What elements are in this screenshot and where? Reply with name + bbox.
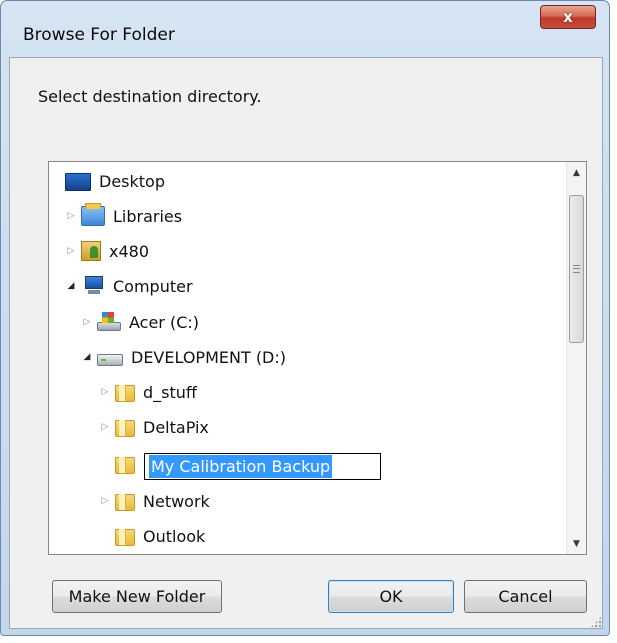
folder-tree[interactable]: Desktop ▷ Libraries ▷ x480 ◢ Computer ▷ …	[48, 161, 587, 555]
scroll-up-icon[interactable]: ▲	[567, 163, 586, 182]
expand-arrow-icon[interactable]: ▷	[65, 210, 77, 222]
folder-icon	[115, 529, 135, 546]
ok-button[interactable]: OK	[328, 580, 454, 613]
tree-item-label: Outlook	[143, 526, 206, 546]
scroll-down-icon[interactable]: ▼	[567, 534, 586, 553]
tree-item-deltapix[interactable]: ▷ DeltaPix	[99, 413, 209, 441]
tree-item-x480[interactable]: ▷ x480	[65, 237, 149, 265]
close-button[interactable]: x	[540, 5, 596, 29]
scroll-thumb[interactable]	[569, 195, 584, 343]
tree-item-label: d_stuff	[143, 382, 197, 402]
vertical-scrollbar[interactable]: ▲ ▼	[566, 162, 586, 554]
user-folder-icon	[81, 241, 101, 261]
folder-icon	[115, 385, 135, 402]
expand-arrow-icon[interactable]: ▷	[99, 421, 111, 433]
tree-item-label: Libraries	[113, 206, 183, 226]
tree-item-label: Desktop	[99, 171, 165, 191]
collapse-arrow-icon[interactable]: ◢	[65, 280, 77, 292]
tree-item-outlook[interactable]: Outlook	[115, 522, 205, 550]
hard-drive-icon	[97, 354, 123, 366]
tree-item-libraries[interactable]: ▷ Libraries	[65, 202, 182, 230]
tree-item-label: DEVELOPMENT (D:)	[131, 347, 287, 367]
tree-item-desktop[interactable]: Desktop	[65, 167, 165, 195]
instruction-text: Select destination directory.	[38, 87, 262, 106]
tree-item-computer[interactable]: ◢ Computer	[65, 272, 193, 300]
tree-item-label: Network	[143, 491, 210, 511]
tree-item-label: DeltaPix	[143, 417, 209, 437]
expand-arrow-icon[interactable]: ▷	[81, 316, 93, 328]
drive-icon	[97, 312, 121, 332]
dialog-title: Browse For Folder	[23, 25, 175, 45]
grip-icon	[573, 265, 580, 273]
tree-item-development-d[interactable]: ◢ DEVELOPMENT (D:)	[81, 343, 286, 371]
rename-selected-text: My Calibration Backup	[149, 455, 333, 478]
folder-icon	[115, 494, 135, 511]
expand-arrow-icon[interactable]: ▷	[65, 245, 77, 257]
tree-item-label: Computer	[113, 276, 193, 296]
tree-item-d-stuff[interactable]: ▷ d_stuff	[99, 378, 197, 406]
cancel-button[interactable]: Cancel	[464, 580, 587, 613]
expand-arrow-icon[interactable]: ▷	[99, 495, 111, 507]
computer-icon	[81, 276, 105, 296]
expand-arrow-icon[interactable]: ▷	[99, 386, 111, 398]
tree-item-my-calibration-backup[interactable]	[115, 450, 143, 478]
rename-folder-input[interactable]: My Calibration Backup	[144, 453, 381, 480]
libraries-icon	[81, 203, 105, 226]
folder-icon	[115, 457, 135, 474]
close-icon: x	[563, 8, 573, 26]
collapse-arrow-icon[interactable]: ◢	[81, 351, 93, 363]
tree-item-label: Acer (C:)	[129, 312, 200, 332]
tree-item-network[interactable]: ▷ Network	[99, 487, 210, 515]
desktop-icon	[65, 173, 91, 191]
tree-item-acer-c[interactable]: ▷ Acer (C:)	[81, 308, 199, 336]
tree-item-label: x480	[109, 241, 150, 261]
folder-icon	[115, 420, 135, 437]
make-new-folder-button[interactable]: Make New Folder	[52, 580, 222, 613]
